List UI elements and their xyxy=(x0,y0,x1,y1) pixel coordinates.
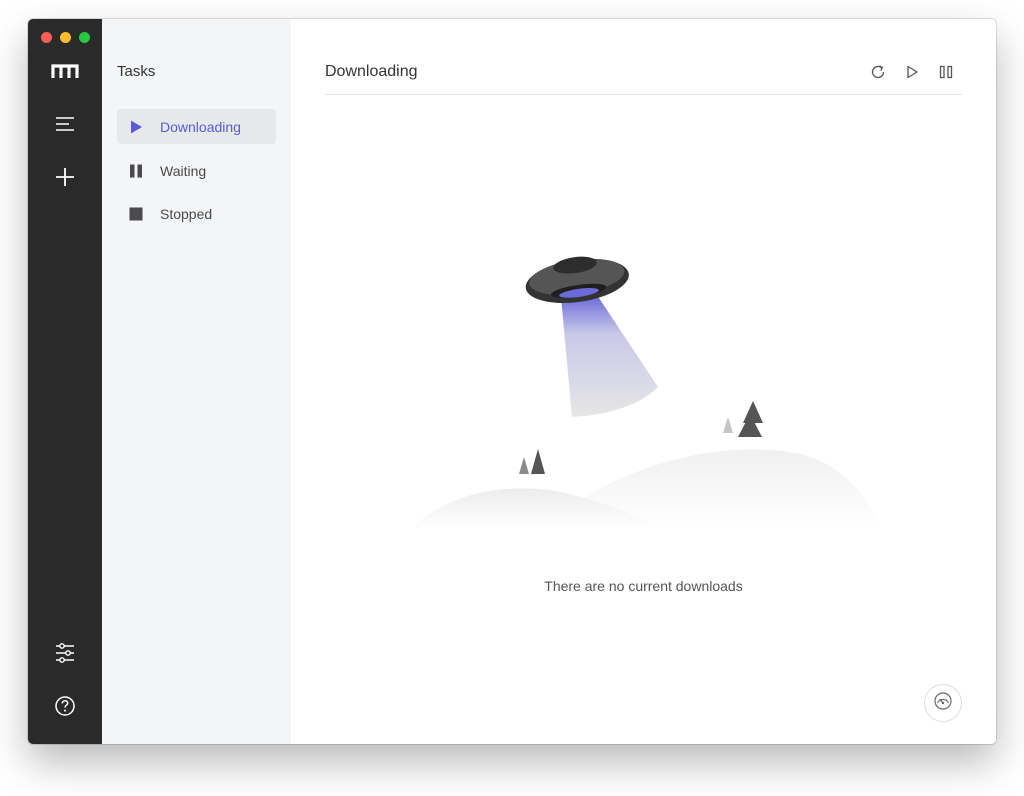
window-close-button[interactable] xyxy=(41,32,52,43)
add-icon[interactable] xyxy=(45,157,85,197)
sidebar-item-label: Waiting xyxy=(160,162,207,179)
sidebar-item-stopped[interactable]: Stopped xyxy=(117,196,276,231)
sidebar-title: Tasks xyxy=(117,63,156,80)
window-minimize-button[interactable] xyxy=(60,32,71,43)
sidebar-item-downloading[interactable]: Downloading xyxy=(117,109,276,144)
speedometer-button[interactable] xyxy=(924,684,962,722)
pause-icon xyxy=(127,162,145,180)
tasks-sidebar: Tasks Downloading Waiting Stopped xyxy=(102,19,291,744)
header-divider xyxy=(325,94,962,95)
icon-rail xyxy=(28,19,102,744)
pause-all-icon[interactable] xyxy=(936,62,956,82)
app-logo-icon xyxy=(45,51,85,91)
empty-state-illustration xyxy=(401,229,881,549)
speedometer-icon xyxy=(933,691,953,716)
menu-icon[interactable] xyxy=(45,104,85,144)
stop-icon xyxy=(127,205,145,223)
sidebar-item-label: Stopped xyxy=(160,205,213,222)
sidebar-item-waiting[interactable]: Waiting xyxy=(117,153,276,188)
help-icon[interactable] xyxy=(45,686,85,726)
resume-all-icon[interactable] xyxy=(902,62,922,82)
page-title: Downloading xyxy=(325,63,418,80)
refresh-icon[interactable] xyxy=(868,62,888,82)
window-maximize-button[interactable] xyxy=(79,32,90,43)
sidebar-item-label: Downloading xyxy=(160,118,241,135)
main-panel: Downloading There are no current downloa… xyxy=(291,19,996,744)
app-window: Tasks Downloading Waiting Stopped Downlo… xyxy=(28,19,996,744)
empty-state-message: There are no current downloads xyxy=(544,578,743,594)
settings-sliders-icon[interactable] xyxy=(45,633,85,673)
play-icon xyxy=(127,118,145,136)
